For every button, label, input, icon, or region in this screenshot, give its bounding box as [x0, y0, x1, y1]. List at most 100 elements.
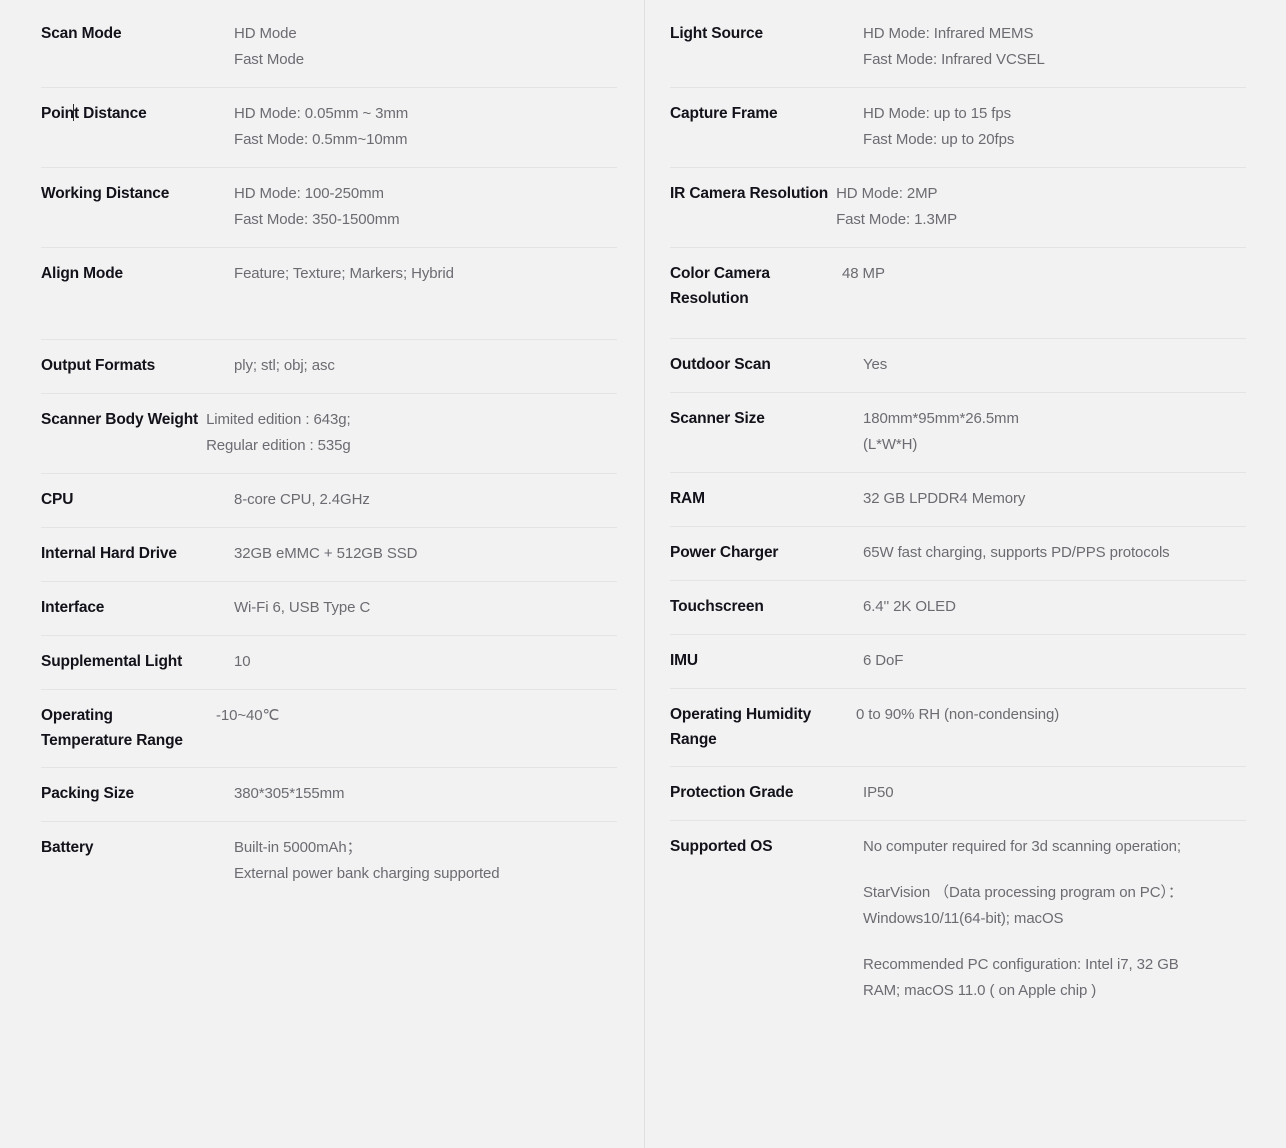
spec-label: IR Camera Resolution: [670, 185, 829, 202]
spec-value: Limited edition : 643g; Regular edition …: [206, 407, 617, 459]
spec-value-line: HD Mode: [234, 25, 297, 42]
spec-value-line: Limited edition : 643g;: [206, 411, 351, 428]
spec-row: Output Formats ply; stl; obj; asc: [41, 340, 617, 394]
spec-value: Built-in 5000mAh； External power bank ch…: [234, 835, 617, 887]
spec-value-line: 8-core CPU, 2.4GHz: [234, 491, 370, 508]
spec-label: Align Mode: [41, 265, 124, 282]
spec-value-line: Fast Mode: 1.3MP: [836, 211, 958, 228]
spec-value-line: 180mm*95mm*26.5mm: [863, 410, 1019, 427]
spec-row: Supplemental Light 10: [41, 636, 617, 690]
spec-value: 32GB eMMC + 512GB SSD: [234, 541, 617, 567]
spec-value: 180mm*95mm*26.5mm (L*W*H): [863, 406, 1246, 458]
spec-label: Touchscreen: [670, 598, 764, 615]
spec-row: Scanner Body Weight Limited edition : 64…: [41, 394, 617, 474]
spec-label: IMU: [670, 652, 698, 669]
spec-value-line: Wi-Fi 6, USB Type C: [234, 599, 371, 616]
spec-value-line: Fast Mode: [234, 51, 304, 68]
spec-column-right: Light Source HD Mode: Infrared MEMS Fast…: [643, 0, 1286, 1148]
spec-label: Supplemental Light: [41, 653, 183, 670]
spec-value: 10: [234, 649, 617, 675]
spec-row: Internal Hard Drive 32GB eMMC + 512GB SS…: [41, 528, 617, 582]
spec-value: IP50: [863, 780, 1246, 806]
spec-label: Point Distance: [41, 101, 234, 126]
spec-value: 0 to 90% RH (non-condensing): [856, 702, 1246, 728]
spec-column-left: Scan Mode HD Mode Fast Mode Point Distan…: [0, 0, 643, 1148]
spec-value-line: 65W fast charging, supports PD/PPS proto…: [863, 544, 1170, 561]
spec-label: Interface: [41, 599, 105, 616]
spec-value-line: 0 to 90% RH (non-condensing): [856, 706, 1060, 723]
spec-value: 8-core CPU, 2.4GHz: [234, 487, 617, 513]
spec-value-line: HD Mode: Infrared MEMS: [863, 25, 1034, 42]
spec-value-line: Fast Mode: 350-1500mm: [234, 211, 400, 228]
spec-row: Light Source HD Mode: Infrared MEMS Fast…: [670, 8, 1246, 88]
spec-value: 48 MP: [842, 261, 1246, 287]
spec-row: IR Camera Resolution HD Mode: 2MP Fast M…: [670, 168, 1246, 248]
spec-row: Working Distance HD Mode: 100-250mm Fast…: [41, 168, 617, 248]
spec-value: 380*305*155mm: [234, 781, 617, 807]
spec-row: RAM 32 GB LPDDR4 Memory: [670, 473, 1246, 527]
spec-row: Protection Grade IP50: [670, 767, 1246, 821]
spec-value-line: Fast Mode: 0.5mm~10mm: [234, 131, 408, 148]
spec-value: 6 DoF: [863, 648, 1246, 674]
spec-value-line: Fast Mode: Infrared VCSEL: [863, 51, 1045, 68]
column-divider: [644, 0, 645, 1148]
spec-row: IMU 6 DoF: [670, 635, 1246, 689]
spec-row: Interface Wi-Fi 6, USB Type C: [41, 582, 617, 636]
spec-value-line: 32GB eMMC + 512GB SSD: [234, 545, 418, 562]
spec-value-line: 10: [234, 653, 251, 670]
spec-value-line: HD Mode: 2MP: [836, 185, 938, 202]
spec-row: Operating Humidity Range 0 to 90% RH (no…: [670, 689, 1246, 767]
spec-value-line: Feature; Texture; Markers; Hybrid: [234, 265, 454, 282]
spec-row: Supported OS No computer required for 3d…: [670, 821, 1246, 1018]
spec-label: Supported OS: [670, 838, 773, 855]
spec-label: Protection Grade: [670, 784, 794, 801]
spec-value-line: External power bank charging supported: [234, 865, 500, 882]
spec-label-part: t Distance: [73, 105, 147, 122]
spec-row: Scan Mode HD Mode Fast Mode: [41, 8, 617, 88]
spec-value-paragraph: StarVision （Data processing program on P…: [863, 884, 1183, 927]
spec-value-line: Built-in 5000mAh；: [234, 839, 362, 856]
spec-row: Power Charger 65W fast charging, support…: [670, 527, 1246, 581]
spec-label: Scanner Size: [670, 410, 765, 427]
spec-row: Touchscreen 6.4'' 2K OLED: [670, 581, 1246, 635]
spec-label: Scan Mode: [41, 25, 122, 42]
spec-label: Color Camera Resolution: [670, 265, 770, 307]
spec-value: 32 GB LPDDR4 Memory: [863, 486, 1246, 512]
spec-row: Packing Size 380*305*155mm: [41, 768, 617, 822]
spec-row: Battery Built-in 5000mAh； External power…: [41, 822, 617, 901]
spec-row: Point Distance HD Mode: 0.05mm ~ 3mm Fas…: [41, 88, 617, 168]
spec-value-line: HD Mode: 100-250mm: [234, 185, 384, 202]
spec-label: Capture Frame: [670, 105, 778, 122]
spec-value-line: ply; stl; obj; asc: [234, 357, 335, 374]
spec-label: Working Distance: [41, 185, 170, 202]
spec-label: Power Charger: [670, 544, 779, 561]
spec-value-line: Yes: [863, 356, 888, 373]
spec-value: HD Mode: Infrared MEMS Fast Mode: Infrar…: [863, 21, 1246, 73]
spec-value: Wi-Fi 6, USB Type C: [234, 595, 617, 621]
spec-label: Output Formats: [41, 357, 156, 374]
spec-value-paragraph: Recommended PC configuration: Intel i7, …: [863, 956, 1179, 999]
spec-value: HD Mode: 0.05mm ~ 3mm Fast Mode: 0.5mm~1…: [234, 101, 617, 153]
spec-row: CPU 8-core CPU, 2.4GHz: [41, 474, 617, 528]
spec-value-line: 380*305*155mm: [234, 785, 345, 802]
spec-value: 6.4'' 2K OLED: [863, 594, 1246, 620]
spec-row: Scanner Size 180mm*95mm*26.5mm (L*W*H): [670, 393, 1246, 473]
spec-value-line: Fast Mode: up to 20fps: [863, 131, 1015, 148]
spec-value: Feature; Texture; Markers; Hybrid: [234, 261, 617, 287]
spec-label: Internal Hard Drive: [41, 545, 177, 562]
spec-row: Capture Frame HD Mode: up to 15 fps Fast…: [670, 88, 1246, 168]
spec-value: -10~40℃: [216, 703, 617, 729]
spec-value: HD Mode: up to 15 fps Fast Mode: up to 2…: [863, 101, 1246, 153]
spec-label: Battery: [41, 839, 94, 856]
spec-label: RAM: [670, 490, 705, 507]
spec-row: Operating Temperature Range -10~40℃: [41, 690, 617, 768]
spec-value-line: HD Mode: up to 15 fps: [863, 105, 1011, 122]
spec-value-line: 6.4'' 2K OLED: [863, 598, 956, 615]
spec-label: CPU: [41, 491, 74, 508]
spec-label: Packing Size: [41, 785, 134, 802]
spec-value-line: (L*W*H): [863, 436, 918, 453]
spec-value: ply; stl; obj; asc: [234, 353, 617, 379]
spec-value-paragraph: No computer required for 3d scanning ope…: [863, 838, 1181, 855]
spec-label-part: Poin: [41, 105, 74, 122]
spec-value: HD Mode Fast Mode: [234, 21, 617, 73]
